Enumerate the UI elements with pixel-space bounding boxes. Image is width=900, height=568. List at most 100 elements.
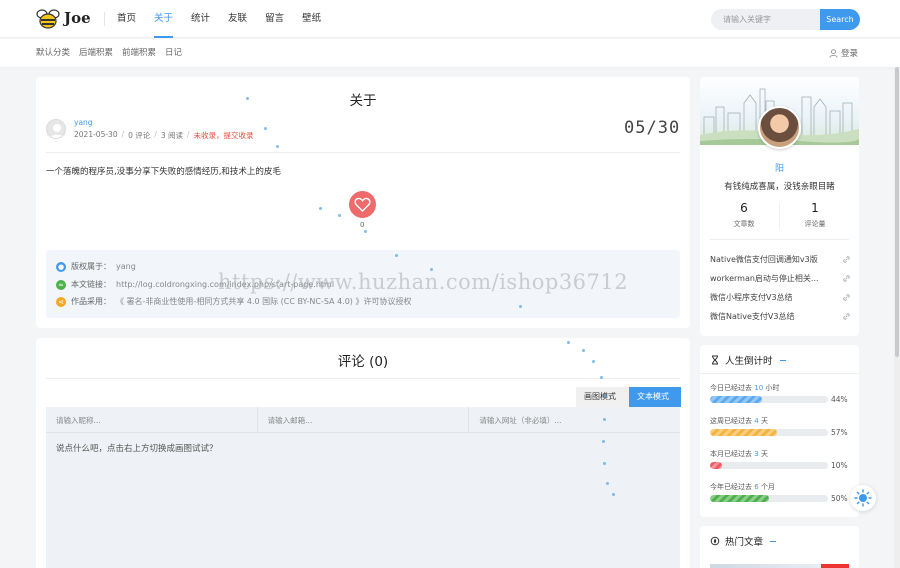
cursor-trail-dot bbox=[264, 127, 267, 130]
recent-post-title: 微信Native支付V3总结 bbox=[710, 312, 795, 321]
nav-item-guestbook[interactable]: 留言 bbox=[256, 0, 293, 38]
link-icon: ∞ bbox=[56, 279, 66, 290]
page-scrollbar[interactable] bbox=[894, 67, 900, 568]
link-icon bbox=[843, 256, 850, 263]
progress-percent: 44% bbox=[831, 395, 848, 404]
email-field[interactable] bbox=[257, 407, 470, 433]
cursor-trail-dot bbox=[604, 395, 607, 398]
category-bar: 默认分类 后端积累 前端积累 日记 登录 bbox=[0, 39, 900, 67]
fire-icon bbox=[710, 536, 720, 546]
cursor-trail-dot bbox=[519, 305, 522, 308]
copyright-link-row: ∞ 本文链接： http://log.coldrongxing.com/inde… bbox=[56, 279, 334, 290]
article-comment-count: 0 评论 bbox=[128, 131, 151, 140]
article-content: 一个落魄的程序员,没事分享下失败的感情经历,和技术上的皮毛 bbox=[46, 167, 281, 177]
recent-post-title: workerman启动与停止相关... bbox=[710, 274, 819, 283]
progress-bar bbox=[710, 495, 828, 502]
comment-count: 1 bbox=[811, 201, 819, 215]
cursor-trail-dot bbox=[582, 349, 585, 352]
heart-icon bbox=[354, 197, 371, 212]
draw-mode-tab[interactable]: 画图模式 bbox=[576, 387, 629, 407]
profile-motto: 有钱纯成喜属，没钱亲眼目睹 bbox=[724, 182, 835, 192]
meta-separator: / bbox=[121, 130, 125, 139]
progress-percent: 57% bbox=[831, 428, 848, 437]
progress-fill bbox=[710, 495, 769, 502]
search-input[interactable] bbox=[711, 9, 823, 30]
copyright-owner: yang bbox=[116, 262, 136, 271]
bee-logo-icon bbox=[36, 9, 60, 29]
author-name[interactable]: yang bbox=[74, 118, 93, 127]
author-avatar[interactable] bbox=[46, 119, 66, 139]
divider bbox=[46, 152, 680, 153]
progress-percent: 50% bbox=[831, 494, 848, 503]
comment-count-label: 评论量 bbox=[804, 220, 826, 228]
category-frontend[interactable]: 前端积累 bbox=[122, 39, 156, 67]
countdown-header: 人生倒计时 bbox=[710, 353, 786, 367]
recent-post-link[interactable]: 微信Native支付V3总结 bbox=[710, 311, 851, 322]
cursor-trail-dot bbox=[338, 214, 341, 217]
author-profile-card: 阳 有钱纯成喜属，没钱亲眼目睹 6 文章数 1 评论量 Native微信支付回调… bbox=[700, 77, 859, 336]
default-avatar-icon bbox=[49, 124, 65, 138]
post-count-stat: 6 文章数 bbox=[709, 201, 779, 229]
recent-post-link[interactable]: workerman启动与停止相关... bbox=[710, 273, 851, 284]
post-count-label: 文章数 bbox=[733, 220, 755, 228]
like-button[interactable] bbox=[349, 191, 376, 218]
copyright-box: ● 版权属于： yang ∞ 本文链接： http://log.coldrong… bbox=[46, 250, 680, 318]
divider bbox=[46, 378, 680, 379]
article-meta: 2021-05-30 / 0 评论 / 3 阅读 / 未收录，提交收录 bbox=[74, 130, 254, 141]
title-accent bbox=[770, 540, 777, 542]
nav-item-home[interactable]: 首页 bbox=[108, 0, 145, 38]
title-accent bbox=[779, 359, 786, 361]
category-nav: 默认分类 后端积累 前端积累 日记 bbox=[36, 39, 191, 67]
life-countdown-card: 人生倒计时 今日已经过去 10 小时 44% 这周已经过去 4 天 57% 本月… bbox=[700, 345, 859, 517]
comment-count-stat: 1 评论量 bbox=[780, 201, 850, 229]
countdown-row-year: 今年已经过去 6 个月 50% bbox=[710, 482, 852, 503]
recent-post-title: Native微信支付回调通知v3版 bbox=[710, 255, 818, 264]
index-status-link[interactable]: 未收录，提交收录 bbox=[194, 130, 254, 141]
category-diary[interactable]: 日记 bbox=[165, 39, 182, 67]
license-link[interactable]: 《 署名-非商业性使用-相同方式共享 4.0 国际 (CC BY-NC-SA 4… bbox=[116, 296, 411, 307]
comment-textarea[interactable] bbox=[46, 434, 680, 568]
cursor-trail-dot bbox=[430, 268, 433, 271]
nav-item-wallpaper[interactable]: 壁纸 bbox=[293, 0, 330, 38]
website-field[interactable] bbox=[469, 407, 681, 433]
copyright-license-label: 作品采用： bbox=[71, 297, 111, 306]
scrollbar-thumb[interactable] bbox=[895, 67, 899, 357]
nav-item-stats[interactable]: 统计 bbox=[182, 0, 219, 38]
theme-toggle-button[interactable] bbox=[850, 485, 876, 511]
sun-icon bbox=[854, 489, 872, 507]
nav-item-links[interactable]: 友联 bbox=[219, 0, 256, 38]
profile-avatar[interactable] bbox=[758, 106, 801, 149]
article-permalink[interactable]: http://log.coldrongxing.com/index.php/st… bbox=[116, 280, 334, 289]
nav-item-about[interactable]: 关于 bbox=[145, 0, 182, 38]
hot-articles-card: 热门文章 bbox=[700, 526, 859, 568]
progress-fill bbox=[710, 462, 722, 469]
category-default[interactable]: 默认分类 bbox=[36, 39, 70, 67]
divider bbox=[710, 239, 849, 240]
site-logo[interactable]: Joe bbox=[36, 6, 94, 32]
recent-post-link[interactable]: Native微信支付回调通知v3版 bbox=[710, 254, 851, 265]
article-date: 2021-05-30 bbox=[74, 130, 118, 139]
text-mode-tab[interactable]: 文本模式 bbox=[629, 387, 681, 407]
profile-name[interactable]: 阳 bbox=[700, 161, 859, 174]
nickname-field[interactable] bbox=[46, 407, 258, 433]
login-link[interactable]: 登录 bbox=[829, 47, 858, 59]
comment-inputs bbox=[46, 407, 681, 433]
divider bbox=[700, 373, 859, 374]
like-count: 0 bbox=[360, 221, 365, 229]
recent-post-link[interactable]: 微信小程序支付V3总结 bbox=[710, 292, 851, 303]
copyright-license-row: ⋖ 作品采用： 《 署名-非商业性使用-相同方式共享 4.0 国际 (CC BY… bbox=[56, 296, 411, 307]
progress-fill bbox=[710, 429, 778, 436]
progress-bar bbox=[710, 429, 828, 436]
progress-fill bbox=[710, 396, 762, 403]
progress-percent: 10% bbox=[831, 461, 848, 470]
progress-bar bbox=[710, 396, 828, 403]
search-button[interactable]: Search bbox=[820, 9, 860, 30]
link-icon bbox=[843, 275, 850, 282]
cursor-trail-dot bbox=[600, 376, 603, 379]
hot-article-thumbnail[interactable] bbox=[710, 564, 849, 568]
category-backend[interactable]: 后端积累 bbox=[79, 39, 113, 67]
hot-title: 热门文章 bbox=[725, 537, 764, 548]
article-view-count: 3 阅读 bbox=[160, 131, 183, 140]
meta-separator: / bbox=[154, 130, 157, 139]
cursor-trail-dot bbox=[603, 418, 606, 421]
